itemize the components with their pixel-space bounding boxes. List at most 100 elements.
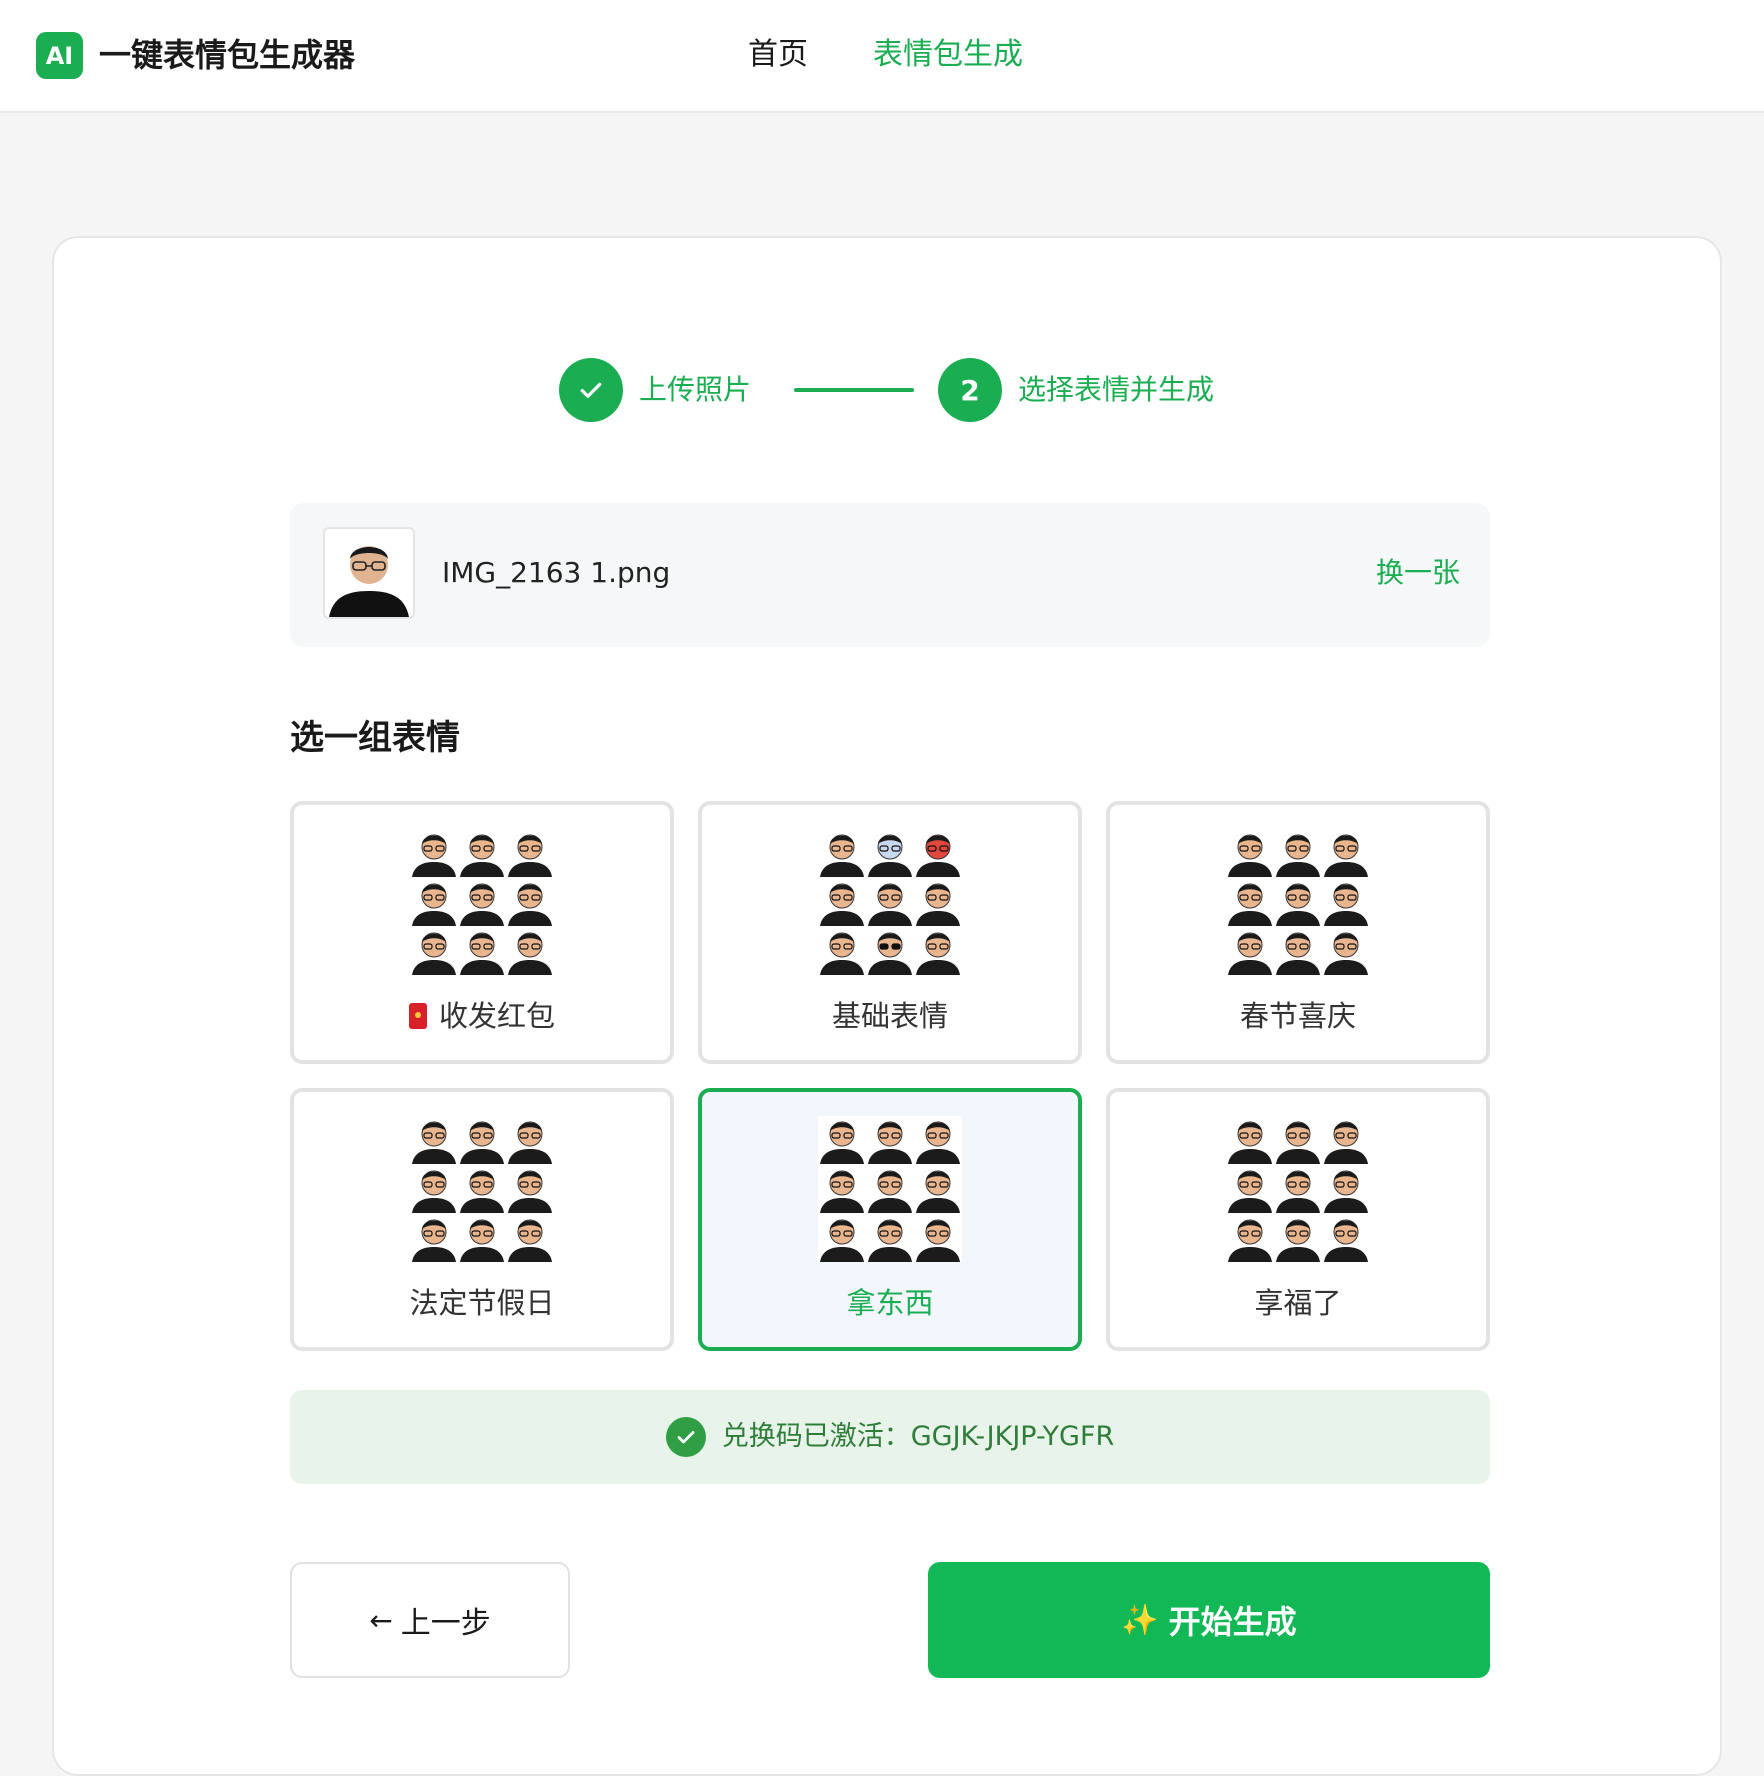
sticker-face: [868, 1121, 912, 1164]
main-card: 上传照片 2 选择表情并生成 IMG_2163 1.png 换一张 选一组表情 …: [52, 236, 1722, 1776]
nav-item-sticker-generate[interactable]: 表情包生成: [873, 33, 1023, 77]
sticker-face: [460, 1121, 504, 1164]
sticker-face: [1324, 932, 1368, 975]
app-title[interactable]: 一键表情包生成器: [99, 33, 355, 77]
sticker-face: [460, 1170, 504, 1213]
sticker-face: [1276, 1170, 1320, 1213]
option-label: 拿东西: [846, 1286, 934, 1320]
sticker-faces-svg: [820, 834, 960, 975]
sticker-face: [460, 1219, 504, 1262]
sticker-face: [820, 932, 864, 975]
sticker-face: [508, 834, 552, 877]
sticker-face: [868, 1219, 912, 1262]
sticker-face: [1324, 834, 1368, 877]
option-holding-things[interactable]: 拿东西: [698, 1088, 1082, 1351]
option-label: 收发红包: [438, 999, 555, 1033]
sticker-face: [820, 1121, 864, 1164]
sticker-face: [1276, 834, 1320, 877]
sticker-face: [508, 883, 552, 926]
check-circle-icon: [665, 1417, 706, 1457]
sticker-preview-grid: [818, 829, 962, 975]
sparkle-icon: ✨: [1121, 1602, 1159, 1638]
arrow-left-icon: ←: [369, 1603, 393, 1637]
check-icon: [580, 382, 602, 398]
sticker-face: [868, 834, 912, 877]
sticker-face: [1276, 932, 1320, 975]
option-label: 法定节假日: [409, 1286, 555, 1320]
sticker-preview-grid: [410, 829, 554, 975]
step-connector-line: [794, 388, 914, 392]
option-public-holidays[interactable]: 法定节假日: [290, 1088, 674, 1351]
sticker-face: [820, 1170, 864, 1213]
sticker-face: [460, 834, 504, 877]
option-label: 享福了: [1254, 1286, 1342, 1320]
sticker-face: [1324, 883, 1368, 926]
sticker-preview-grid: [1226, 1116, 1370, 1262]
sticker-face: [1324, 1170, 1368, 1213]
option-spring-festival[interactable]: 春节喜庆: [1106, 801, 1490, 1064]
start-generate-label: 开始生成: [1168, 1603, 1297, 1641]
sticker-preview-grid: [818, 1116, 962, 1262]
sticker-face: [1228, 883, 1272, 926]
step-2-label: 选择表情并生成: [1018, 373, 1215, 406]
step-2-circle: 2: [938, 358, 1002, 422]
sticker-face: [412, 1170, 456, 1213]
sticker-face: [916, 1170, 960, 1213]
sticker-face: [1228, 1219, 1272, 1262]
step-1-label: 上传照片: [639, 373, 752, 406]
sticker-face: [916, 1121, 960, 1164]
previous-step-label: 上一步: [400, 1606, 491, 1641]
sticker-face: [820, 834, 864, 877]
sticker-face: [412, 834, 456, 877]
sticker-preview-grid: [1226, 829, 1370, 975]
option-enjoy-life[interactable]: 享福了: [1106, 1088, 1490, 1351]
app-logo[interactable]: AI: [36, 32, 83, 79]
red-envelope-icon: [408, 1003, 427, 1029]
sticker-face: [1324, 1121, 1368, 1164]
top-nav-bar: AI 一键表情包生成器 首页 表情包生成: [0, 0, 1764, 113]
sticker-face: [508, 1219, 552, 1262]
sticker-faces-svg: [820, 1121, 960, 1262]
photo-thumbnail: [323, 527, 415, 619]
sticker-face: [1276, 1121, 1320, 1164]
sticker-faces-svg: [1228, 1121, 1368, 1262]
sticker-face: [412, 1121, 456, 1164]
sticker-face: [412, 883, 456, 926]
sticker-faces-svg: [412, 1121, 552, 1262]
option-label: 基础表情: [831, 999, 948, 1033]
start-generate-button[interactable]: ✨ 开始生成: [928, 1562, 1490, 1678]
sticker-preview-grid: [410, 1116, 554, 1262]
sticker-face: [820, 1219, 864, 1262]
sticker-face: [868, 1170, 912, 1213]
option-basic-expressions[interactable]: 基础表情: [698, 801, 1082, 1064]
sticker-face: [508, 932, 552, 975]
uploaded-file-bar: IMG_2163 1.png 换一张: [290, 503, 1490, 647]
sticker-face: [412, 932, 456, 975]
sticker-face: [868, 932, 912, 975]
sticker-face: [460, 883, 504, 926]
sticker-face: [1228, 1170, 1272, 1213]
sticker-face: [1276, 883, 1320, 926]
sticker-face: [508, 1121, 552, 1164]
sticker-face: [820, 883, 864, 926]
previous-step-button[interactable]: ← 上一步: [290, 1562, 570, 1678]
redeem-code-status: 兑换码已激活：GGJK-JKJP-YGFR: [290, 1390, 1490, 1484]
sticker-face: [412, 1219, 456, 1262]
sticker-face: [1276, 1219, 1320, 1262]
option-label: 春节喜庆: [1239, 999, 1356, 1033]
sticker-face: [916, 883, 960, 926]
sticker-face: [868, 883, 912, 926]
sticker-face: [916, 834, 960, 877]
sticker-faces-svg: [1228, 834, 1368, 975]
sticker-face: [508, 1170, 552, 1213]
sticker-face: [916, 1219, 960, 1262]
sticker-face: [1228, 1121, 1272, 1164]
sticker-face: [1228, 834, 1272, 877]
sticker-face: [1228, 932, 1272, 975]
option-red-envelope[interactable]: 收发红包: [290, 801, 674, 1064]
change-photo-link[interactable]: 换一张: [1376, 553, 1460, 593]
step-1-done-circle: [559, 358, 623, 422]
nav-item-home[interactable]: 首页: [748, 33, 808, 77]
sticker-face: [1324, 1219, 1368, 1262]
section-title: 选一组表情: [290, 718, 460, 758]
